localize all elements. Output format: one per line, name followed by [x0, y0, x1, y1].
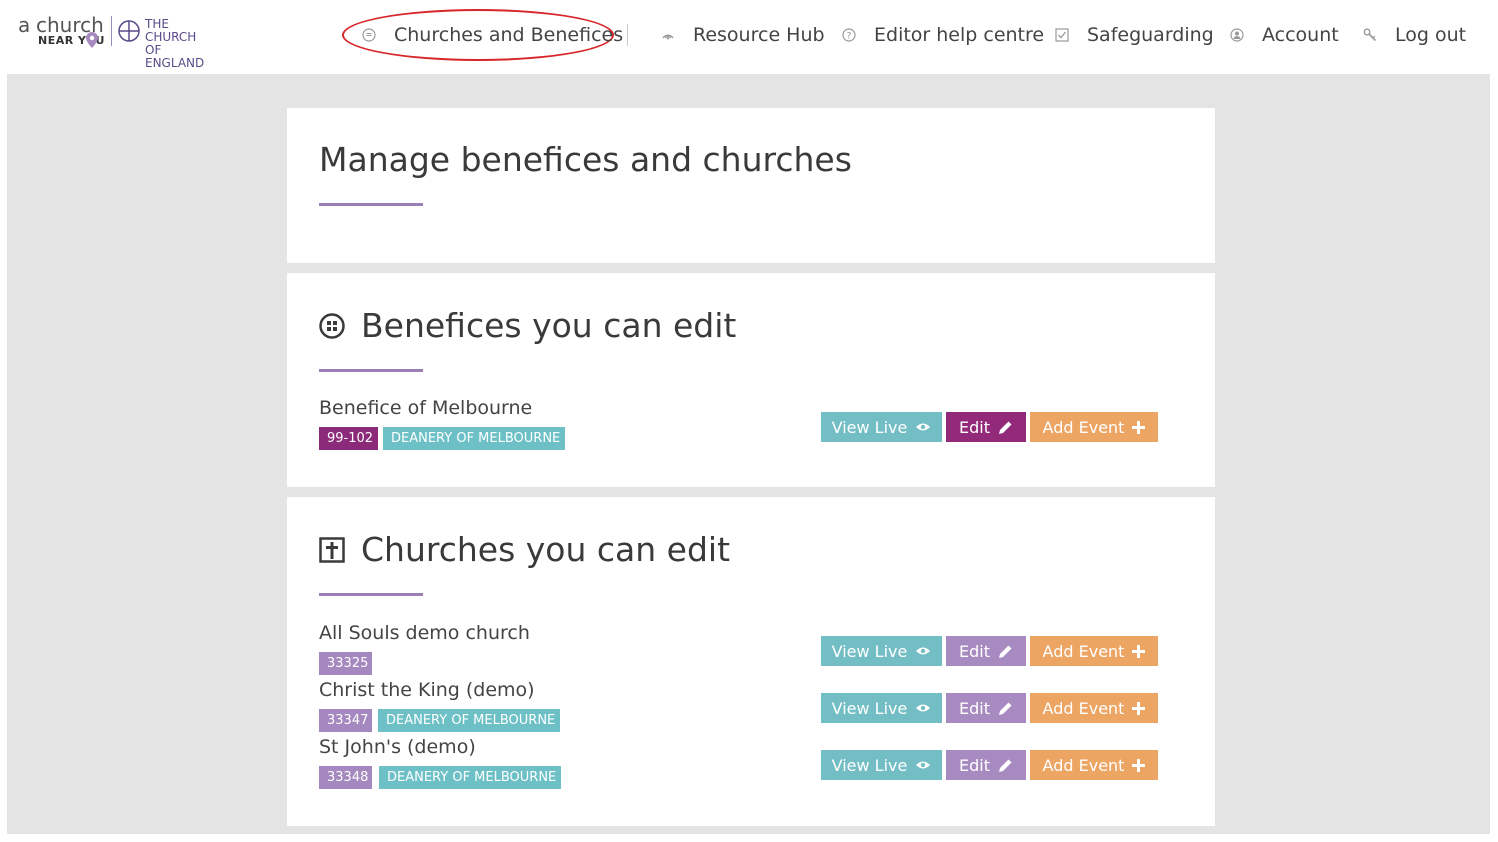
cross-box-icon — [319, 536, 345, 563]
nav-safeguarding[interactable]: Safeguarding — [1055, 20, 1214, 50]
title-underline — [319, 593, 423, 596]
nav-label: Churches and Benefices — [394, 24, 624, 46]
eye-icon — [916, 647, 931, 655]
church-name[interactable]: All Souls demo church — [319, 622, 530, 644]
edit-button[interactable]: Edit — [946, 693, 1026, 723]
nav-label: Resource Hub — [693, 24, 825, 46]
main-content: Manage benefices and churches Benefices … — [7, 74, 1490, 834]
edit-button[interactable]: Edit — [946, 750, 1026, 780]
plus-icon — [1132, 758, 1146, 772]
logo-text-a: a — [18, 13, 31, 37]
pencil-icon — [998, 421, 1012, 434]
nav-editor-help-centre[interactable]: ? Editor help centre — [842, 20, 1044, 50]
view-live-button[interactable]: View Live — [821, 412, 942, 442]
pencil-icon — [998, 645, 1012, 658]
view-live-button[interactable]: View Live — [821, 636, 942, 666]
plus-icon — [1132, 701, 1146, 715]
churches-heading: Churches you can edit — [319, 530, 730, 569]
deanery-badge: DEANERY OF MELBOURNE — [383, 427, 565, 450]
church-id-badge: 33347 — [319, 709, 372, 732]
church-of-england-cross-icon — [118, 20, 140, 42]
benefices-title: Benefices you can edit — [361, 306, 737, 345]
benefice-name[interactable]: Benefice of Melbourne — [319, 397, 532, 419]
churches-title: Churches you can edit — [361, 530, 731, 569]
nav-resource-hub[interactable]: Resource Hub — [661, 20, 825, 50]
map-pin-icon — [86, 32, 98, 48]
question-icon: ? — [842, 28, 856, 42]
deanery-badge: DEANERY OF MELBOURNE — [378, 709, 560, 732]
benefice-id-badge: 99-102 — [319, 427, 378, 450]
nav-log-out[interactable]: Log out — [1363, 20, 1466, 50]
eye-icon — [916, 761, 931, 769]
plus-icon — [1132, 420, 1146, 434]
church-id-badge: 33325 — [319, 652, 372, 675]
edit-button[interactable]: Edit — [946, 412, 1026, 442]
a-church-near-you-logo: a church NEAR YU — [18, 14, 110, 54]
eye-icon — [916, 423, 931, 431]
add-event-button[interactable]: Add Event — [1030, 693, 1158, 723]
title-underline — [319, 203, 423, 206]
nav-label: Safeguarding — [1087, 24, 1214, 46]
church-of-england-wordmark: THE CHURCH OF ENGLAND — [145, 17, 205, 70]
svg-text:?: ? — [847, 32, 852, 42]
pencil-icon — [998, 702, 1012, 715]
checkbox-icon — [1055, 28, 1069, 42]
eye-icon — [916, 704, 931, 712]
add-event-button[interactable]: Add Event — [1030, 750, 1158, 780]
benefices-heading: Benefices you can edit — [319, 306, 736, 345]
logo-divider — [111, 16, 112, 46]
churches-card: Churches you can edit All Souls demo chu… — [287, 497, 1215, 826]
user-icon — [1230, 28, 1244, 42]
nav-account[interactable]: Account — [1230, 20, 1339, 50]
edit-button[interactable]: Edit — [946, 636, 1026, 666]
page-title: Manage benefices and churches — [319, 140, 852, 179]
title-underline — [319, 369, 423, 372]
church-name[interactable]: St John's (demo) — [319, 736, 476, 758]
pencil-icon — [998, 759, 1012, 772]
grid-circle-icon — [319, 312, 345, 339]
list-icon — [362, 28, 376, 42]
nav-label: Log out — [1395, 24, 1467, 46]
church-name[interactable]: Christ the King (demo) — [319, 679, 535, 701]
deanery-badge: DEANERY OF MELBOURNE — [379, 766, 561, 789]
nav-label: Account — [1262, 24, 1339, 46]
view-live-button[interactable]: View Live — [821, 693, 942, 723]
nav-churches-and-benefices[interactable]: Churches and Benefices — [362, 20, 623, 50]
signal-icon — [662, 34, 674, 40]
nav-label: Editor help centre — [874, 24, 1045, 46]
key-icon — [1363, 28, 1377, 42]
plus-icon — [1132, 644, 1146, 658]
add-event-button[interactable]: Add Event — [1030, 636, 1158, 666]
add-event-button[interactable]: Add Event — [1030, 412, 1158, 442]
top-header: a church NEAR YU THE CHURCH OF ENGLAND C… — [0, 0, 1498, 74]
nav-divider — [627, 24, 628, 46]
page-title-card: Manage benefices and churches — [287, 108, 1215, 263]
benefices-card: Benefices you can edit Benefice of Melbo… — [287, 273, 1215, 487]
church-id-badge: 33348 — [319, 766, 372, 789]
view-live-button[interactable]: View Live — [821, 750, 942, 780]
